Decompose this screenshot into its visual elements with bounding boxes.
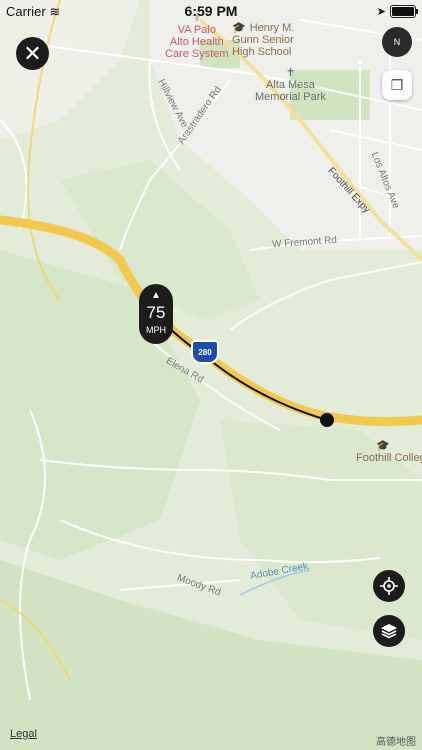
location-arrow-icon: ➤ xyxy=(376,6,386,18)
legal-link[interactable]: Legal xyxy=(10,728,37,740)
speedometer: ▲ 75 MPH xyxy=(139,284,173,344)
poi-label: VA Palo Alto Health Care System xyxy=(165,24,229,60)
battery-icon xyxy=(390,5,418,18)
poi-foothill-college[interactable]: 🎓Foothill College xyxy=(356,440,422,464)
close-icon: ✕ xyxy=(23,40,42,66)
speed-unit: MPH xyxy=(146,325,166,335)
poi-gunn-high[interactable]: 🎓 Henry M. Gunn Senior High School xyxy=(232,22,294,58)
map-canvas[interactable] xyxy=(0,0,422,750)
route-end-marker xyxy=(320,413,334,427)
map-layers-button[interactable]: ❐ xyxy=(382,70,412,100)
school-icon: 🎓 xyxy=(376,440,390,452)
interstate-shield: 280 xyxy=(191,340,219,364)
status-bar: Carrier ≋ 6:59 PM ➤ xyxy=(0,0,422,22)
compass-button[interactable]: N xyxy=(382,27,412,57)
recenter-button[interactable] xyxy=(373,570,405,602)
school-icon: 🎓 xyxy=(232,22,246,34)
close-button[interactable]: ✕ xyxy=(16,37,49,70)
poi-label: Alta Mesa Memorial Park xyxy=(255,79,326,103)
cemetery-icon: ✝ xyxy=(285,67,296,79)
crosshair-icon xyxy=(380,577,398,595)
compass-icon: N xyxy=(393,37,401,47)
map-attribution: 高德地图 xyxy=(376,737,416,748)
poi-label: Foothill College xyxy=(356,452,422,464)
poi-alta-mesa[interactable]: ✝ Alta Mesa Memorial Park xyxy=(255,67,326,103)
layers-icon xyxy=(381,624,397,639)
speed-value: 75 xyxy=(146,303,166,322)
layers-button[interactable] xyxy=(373,615,405,647)
heading-arrow-icon: ▲ xyxy=(151,290,161,301)
stack-icon: ❐ xyxy=(390,76,404,93)
status-time: 6:59 PM xyxy=(184,3,238,19)
